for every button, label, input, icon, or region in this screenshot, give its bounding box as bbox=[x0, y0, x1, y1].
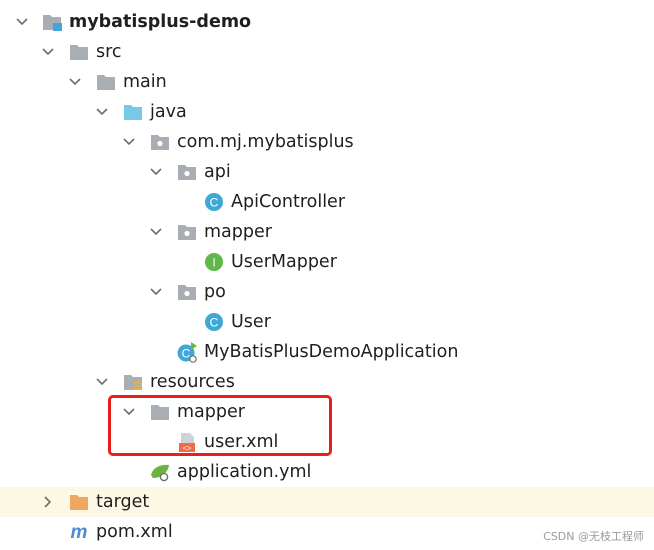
project-name: mybatisplus-demo bbox=[69, 12, 252, 32]
chevron-down-icon[interactable] bbox=[94, 367, 110, 397]
watermark-text: CSDN @无枝工程师 bbox=[543, 530, 644, 543]
class-icon: C bbox=[202, 307, 226, 337]
tree-row-src[interactable]: src bbox=[0, 37, 654, 67]
tree-row-application-class[interactable]: C MyBatisPlusDemoApplication bbox=[0, 337, 654, 367]
tree-row-po[interactable]: po bbox=[0, 277, 654, 307]
folder-icon bbox=[67, 37, 91, 67]
java-label: java bbox=[150, 102, 187, 122]
package-icon bbox=[148, 127, 172, 157]
maven-badge: m bbox=[71, 522, 88, 543]
chevron-down-icon[interactable] bbox=[148, 157, 164, 187]
mapper-package-label: mapper bbox=[204, 222, 272, 242]
package-icon bbox=[175, 157, 199, 187]
excluded-folder-icon bbox=[67, 487, 91, 517]
class-icon: C bbox=[202, 187, 226, 217]
tree-row-package[interactable]: com.mj.mybatisplus bbox=[0, 127, 654, 157]
folder-icon bbox=[94, 67, 118, 97]
api-package-label: api bbox=[204, 162, 231, 182]
module-folder-icon bbox=[40, 7, 64, 37]
src-label: src bbox=[96, 42, 122, 62]
resources-folder-icon bbox=[121, 367, 145, 397]
chevron-right-icon[interactable] bbox=[40, 487, 56, 517]
package-icon bbox=[175, 277, 199, 307]
user-mapper-label: UserMapper bbox=[231, 252, 337, 272]
chevron-down-icon[interactable] bbox=[121, 127, 137, 157]
tree-row-application-yml[interactable]: application.yml bbox=[0, 457, 654, 487]
interface-icon: I bbox=[202, 247, 226, 277]
class-badge: C bbox=[210, 196, 219, 210]
tree-row-resources[interactable]: resources bbox=[0, 367, 654, 397]
main-label: main bbox=[123, 72, 167, 92]
user-class-label: User bbox=[231, 312, 271, 332]
chevron-down-icon[interactable] bbox=[14, 7, 30, 37]
spring-config-icon bbox=[148, 457, 172, 487]
tree-row-api-controller[interactable]: C ApiController bbox=[0, 187, 654, 217]
package-icon bbox=[175, 217, 199, 247]
maven-icon: m bbox=[67, 517, 91, 547]
source-folder-icon bbox=[121, 97, 145, 127]
chevron-down-icon[interactable] bbox=[94, 97, 110, 127]
tree-row-target[interactable]: target bbox=[0, 487, 654, 517]
tree-row-java[interactable]: java bbox=[0, 97, 654, 127]
tree-row-user-mapper[interactable]: I UserMapper bbox=[0, 247, 654, 277]
chevron-down-icon[interactable] bbox=[148, 277, 164, 307]
resources-label: resources bbox=[150, 372, 235, 392]
tree-row-mapper-package[interactable]: mapper bbox=[0, 217, 654, 247]
chevron-down-icon[interactable] bbox=[40, 37, 56, 67]
api-controller-label: ApiController bbox=[231, 192, 346, 212]
highlight-annotation-box bbox=[108, 395, 332, 456]
tree-row-project[interactable]: mybatisplus-demo bbox=[0, 7, 654, 37]
pom-label: pom.xml bbox=[96, 522, 173, 542]
class-badge: C bbox=[210, 316, 219, 330]
application-yml-label: application.yml bbox=[177, 462, 312, 482]
tree-row-api[interactable]: api bbox=[0, 157, 654, 187]
chevron-down-icon[interactable] bbox=[67, 67, 83, 97]
spring-boot-class-icon: C bbox=[175, 337, 199, 367]
interface-badge: I bbox=[212, 256, 215, 270]
tree-row-main[interactable]: main bbox=[0, 67, 654, 97]
po-package-label: po bbox=[204, 282, 226, 302]
target-label: target bbox=[96, 492, 150, 512]
package-label: com.mj.mybatisplus bbox=[177, 132, 354, 152]
application-class-label: MyBatisPlusDemoApplication bbox=[204, 342, 459, 362]
tree-row-user[interactable]: C User bbox=[0, 307, 654, 337]
chevron-down-icon[interactable] bbox=[148, 217, 164, 247]
